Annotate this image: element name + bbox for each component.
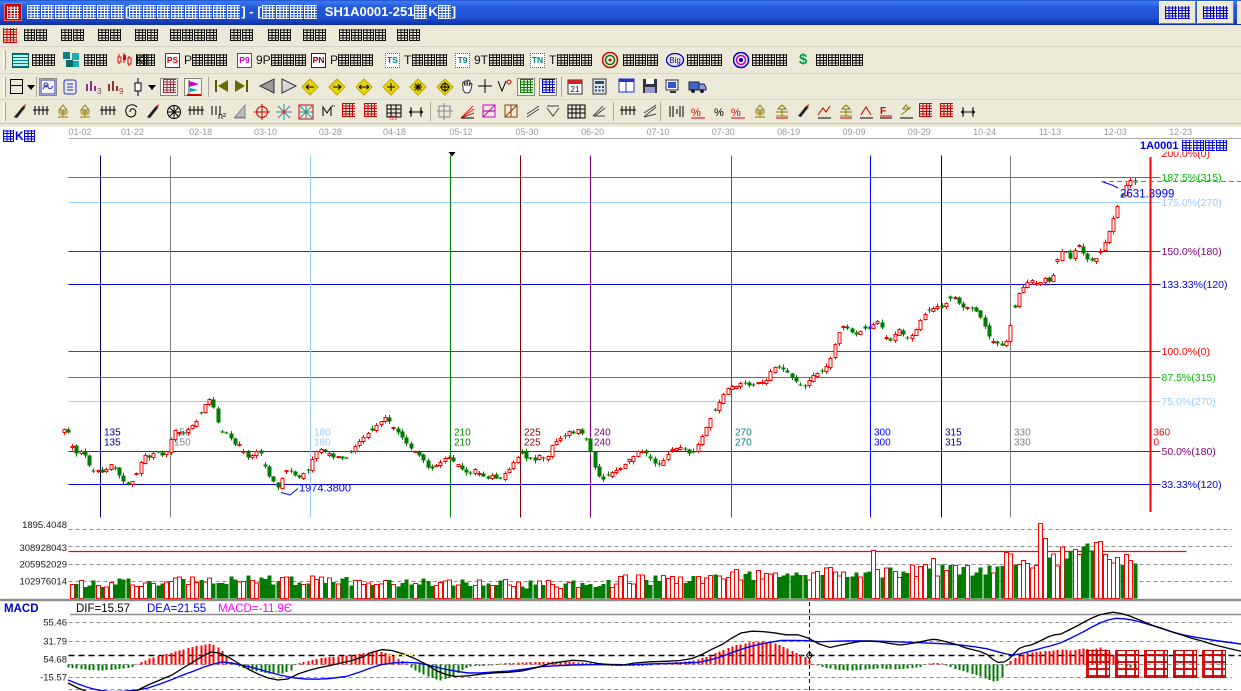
svg-text:330: 330 <box>1014 438 1031 449</box>
svg-text:2631.3999: 2631.3999 <box>1120 189 1174 201</box>
svg-text:09-09: 09-09 <box>842 127 865 137</box>
svg-text:08-19: 08-19 <box>777 127 800 137</box>
svg-text:": " <box>332 104 335 113</box>
svg-text:55.46: 55.46 <box>43 618 67 629</box>
svg-text:MACD=-11.9Є: MACD=-11.9Є <box>218 603 292 615</box>
svg-text:315: 315 <box>945 438 962 449</box>
svg-text:03-28: 03-28 <box>319 127 342 137</box>
svg-text:06-20: 06-20 <box>581 127 604 137</box>
svg-text:240: 240 <box>594 438 611 449</box>
svg-text:-15.57: -15.57 <box>40 673 67 684</box>
svg-text:07-10: 07-10 <box>646 127 669 137</box>
svg-text:04-18: 04-18 <box>383 127 406 137</box>
svg-text:150.0%(180): 150.0%(180) <box>1162 246 1222 258</box>
svg-text:0: 0 <box>1154 438 1160 449</box>
svg-text:54.68: 54.68 <box>43 655 67 666</box>
svg-text:01-02: 01-02 <box>68 127 91 137</box>
svg-text:135: 135 <box>104 438 121 449</box>
svg-text:05-12: 05-12 <box>449 127 472 137</box>
svg-text:07-30: 07-30 <box>712 127 735 137</box>
svg-text:05-30: 05-30 <box>515 127 538 137</box>
svg-text:33.33%(120): 33.33%(120) <box>1162 479 1222 491</box>
svg-text:%: % <box>691 107 701 119</box>
svg-text:270: 270 <box>735 438 752 449</box>
svg-text:10-24: 10-24 <box>973 127 996 137</box>
svg-text:1895.4048: 1895.4048 <box>22 520 67 531</box>
svg-text:n²: n² <box>218 111 226 120</box>
svg-text:300: 300 <box>874 438 891 449</box>
svg-text:9: 9 <box>119 87 124 95</box>
svg-text:31.79: 31.79 <box>43 637 67 648</box>
svg-text:123: 123 <box>389 116 398 121</box>
svg-text:Big: Big <box>669 56 681 65</box>
svg-text:%: % <box>714 107 724 119</box>
svg-text:308928043: 308928043 <box>19 543 67 554</box>
svg-text:187.5%(315): 187.5%(315) <box>1162 172 1222 184</box>
svg-text:50.0%(180): 50.0%(180) <box>1162 446 1216 458</box>
svg-text:09-29: 09-29 <box>908 127 931 137</box>
svg-text:02-18: 02-18 <box>189 127 212 137</box>
svg-text:DEA=21.55: DEA=21.55 <box>147 603 206 615</box>
svg-text:3: 3 <box>97 87 102 95</box>
svg-text:12-03: 12-03 <box>1104 127 1127 137</box>
svg-text:1974.3800: 1974.3800 <box>299 483 351 495</box>
svg-text:225: 225 <box>524 438 541 449</box>
svg-text:11-13: 11-13 <box>1039 127 1061 137</box>
svg-text:12-23: 12-23 <box>1169 127 1192 137</box>
svg-text:%: % <box>731 107 741 119</box>
svg-text:100.0%(0): 100.0%(0) <box>1162 346 1210 358</box>
svg-text:180: 180 <box>314 438 331 449</box>
svg-text:205952029: 205952029 <box>19 560 67 571</box>
svg-text:75.0%(270): 75.0%(270) <box>1162 396 1216 408</box>
svg-text:210: 210 <box>454 438 471 449</box>
svg-text:133.33%(120): 133.33%(120) <box>1162 279 1228 291</box>
svg-text:MACD: MACD <box>4 603 39 615</box>
svg-text:01-22: 01-22 <box>121 127 144 137</box>
svg-text:21: 21 <box>571 85 580 94</box>
svg-text:DIF=15.57: DIF=15.57 <box>76 603 130 615</box>
svg-text:03-10: 03-10 <box>254 127 277 137</box>
svg-text:102976014: 102976014 <box>19 577 67 588</box>
svg-text:87.5%(315): 87.5%(315) <box>1162 372 1216 384</box>
svg-text:F: F <box>880 106 886 117</box>
